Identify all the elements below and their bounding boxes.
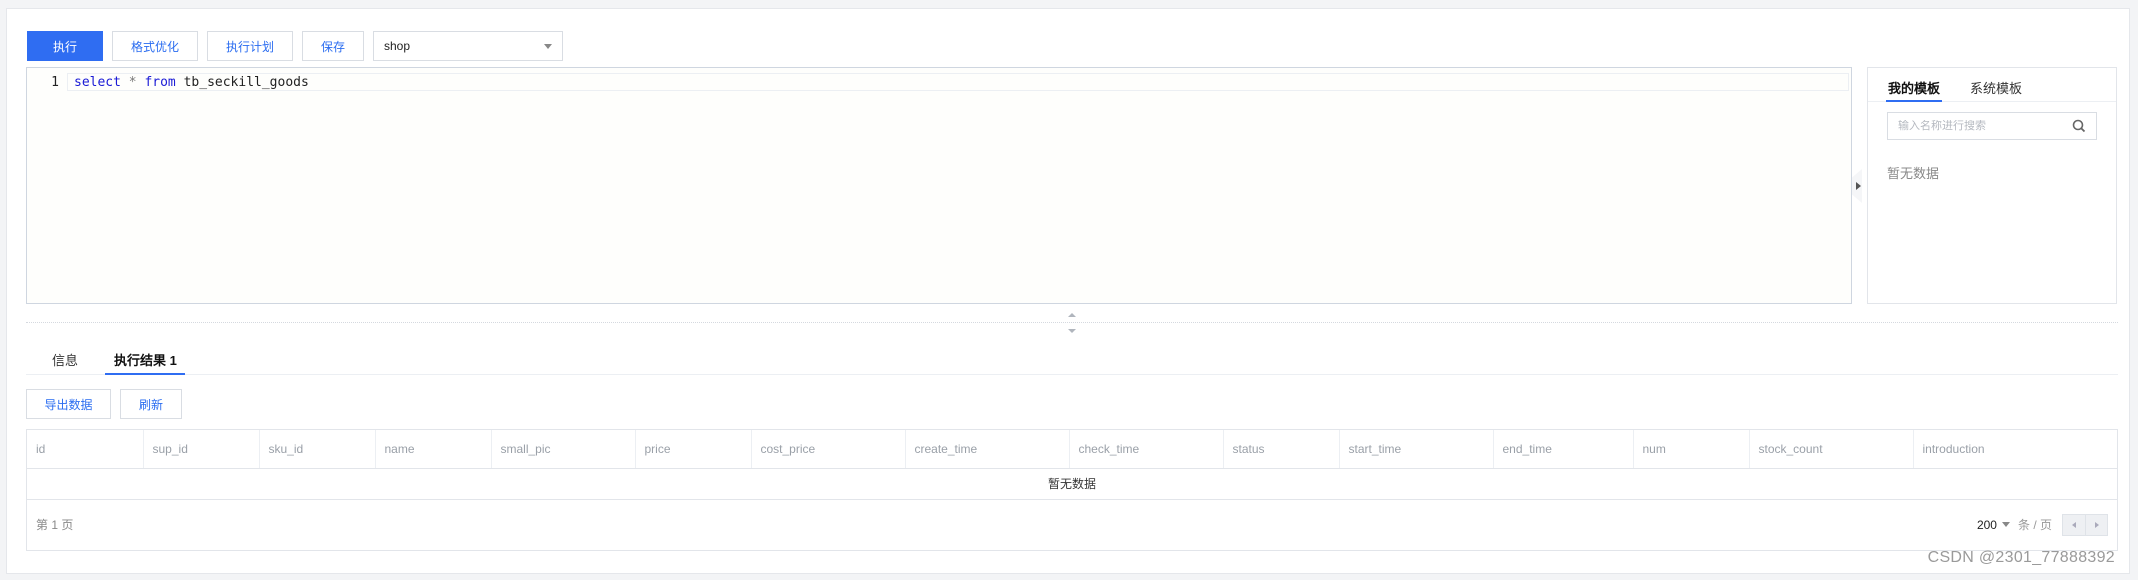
template-empty-text: 暂无数据 — [1887, 166, 1940, 181]
pagination-controls: 200 条 / 页 — [1977, 513, 2108, 536]
column-header[interactable]: start_time — [1339, 430, 1494, 469]
prev-page-button[interactable] — [2063, 515, 2085, 535]
column-header[interactable]: end_time — [1493, 430, 1634, 469]
editor-line: 1 select * from tb_seckill_goods — [27, 73, 1851, 91]
chevron-down-icon — [2001, 522, 2010, 527]
tab-info[interactable]: 信息 — [52, 341, 78, 374]
column-header[interactable]: status — [1223, 430, 1340, 469]
next-page-button[interactable] — [2085, 514, 2107, 535]
table-empty-text: 暂无数据 — [27, 468, 2117, 500]
save-button[interactable]: 保存 — [302, 31, 364, 61]
database-select[interactable]: shop — [373, 31, 563, 61]
search-icon[interactable] — [2072, 119, 2086, 133]
column-header[interactable]: sku_id — [259, 430, 376, 469]
page-size-select[interactable]: 200 — [1977, 518, 2010, 532]
column-header[interactable]: cost_price — [751, 430, 906, 469]
result-tabs: 信息 执行结果 1 — [26, 341, 2118, 375]
arrow-up-icon — [1068, 313, 1076, 317]
database-select-value: shop — [384, 39, 411, 53]
column-header[interactable]: id — [27, 430, 144, 469]
page-size-value: 200 — [1976, 517, 1997, 532]
export-data-button[interactable]: 导出数据 — [26, 389, 111, 419]
template-search-input[interactable] — [1898, 120, 2058, 132]
column-header[interactable]: create_time — [905, 430, 1070, 469]
tab-my-templates[interactable]: 我的模板 — [1885, 68, 1943, 102]
empty-row: 暂无数据 — [27, 468, 2117, 500]
template-tabs: 我的模板 系统模板 — [1868, 68, 2116, 102]
tab-execution-result[interactable]: 执行结果 1 — [105, 341, 185, 375]
sql-editor[interactable]: 1 select * from tb_seckill_goods — [26, 67, 1852, 304]
code-line[interactable]: select * from tb_seckill_goods — [67, 73, 1849, 91]
execute-button[interactable]: 执行 — [27, 31, 103, 61]
sql-keyword: from — [144, 74, 176, 90]
result-table: id sup_id sku_id name small_pic price co… — [26, 429, 2118, 551]
toolbar: 执行 格式优化 执行计划 保存 shop — [27, 31, 563, 61]
template-search — [1887, 112, 2097, 140]
sql-operator: * — [128, 74, 137, 90]
template-panel: 我的模板 系统模板 暂无数据 — [1867, 67, 2117, 304]
column-header[interactable]: num — [1633, 430, 1750, 469]
current-page-text: 第 1 页 — [36, 518, 74, 532]
result-actions: 导出数据 刷新 — [26, 389, 182, 419]
tab-system-templates[interactable]: 系统模板 — [1970, 68, 2022, 101]
column-header[interactable]: introduction — [1913, 430, 2117, 469]
format-button[interactable]: 格式优化 — [112, 31, 198, 61]
table-header-row: id sup_id sku_id name small_pic price co… — [27, 430, 2117, 469]
caret-right-icon[interactable] — [1856, 182, 1861, 190]
sql-identifier: tb_seckill_goods — [183, 74, 309, 90]
column-header[interactable]: check_time — [1069, 430, 1224, 469]
column-header[interactable]: name — [375, 430, 492, 469]
line-number: 1 — [51, 74, 59, 90]
watermark: CSDN @2301_77888392 — [1927, 549, 2115, 566]
per-page-label: 条 / 页 — [2017, 518, 2052, 532]
column-header[interactable]: small_pic — [491, 430, 636, 469]
pagination: 第 1 页 200 条 / 页 — [27, 500, 2117, 550]
sql-keyword: select — [74, 74, 121, 90]
refresh-button[interactable]: 刷新 — [120, 389, 182, 419]
caret-right-icon — [2094, 521, 2099, 528]
column-header[interactable]: price — [635, 430, 752, 469]
column-header[interactable]: sup_id — [143, 430, 260, 469]
splitter-handle[interactable] — [1067, 313, 1077, 333]
chevron-down-icon — [544, 43, 552, 49]
explain-plan-button[interactable]: 执行计划 — [207, 31, 293, 61]
caret-left-icon — [2072, 521, 2076, 528]
column-header[interactable]: stock_count — [1749, 430, 1914, 469]
arrow-down-icon — [1068, 329, 1076, 333]
sql-console-page: 执行 格式优化 执行计划 保存 shop 1 select * from tb_… — [6, 8, 2130, 574]
page-nav — [2062, 513, 2108, 536]
